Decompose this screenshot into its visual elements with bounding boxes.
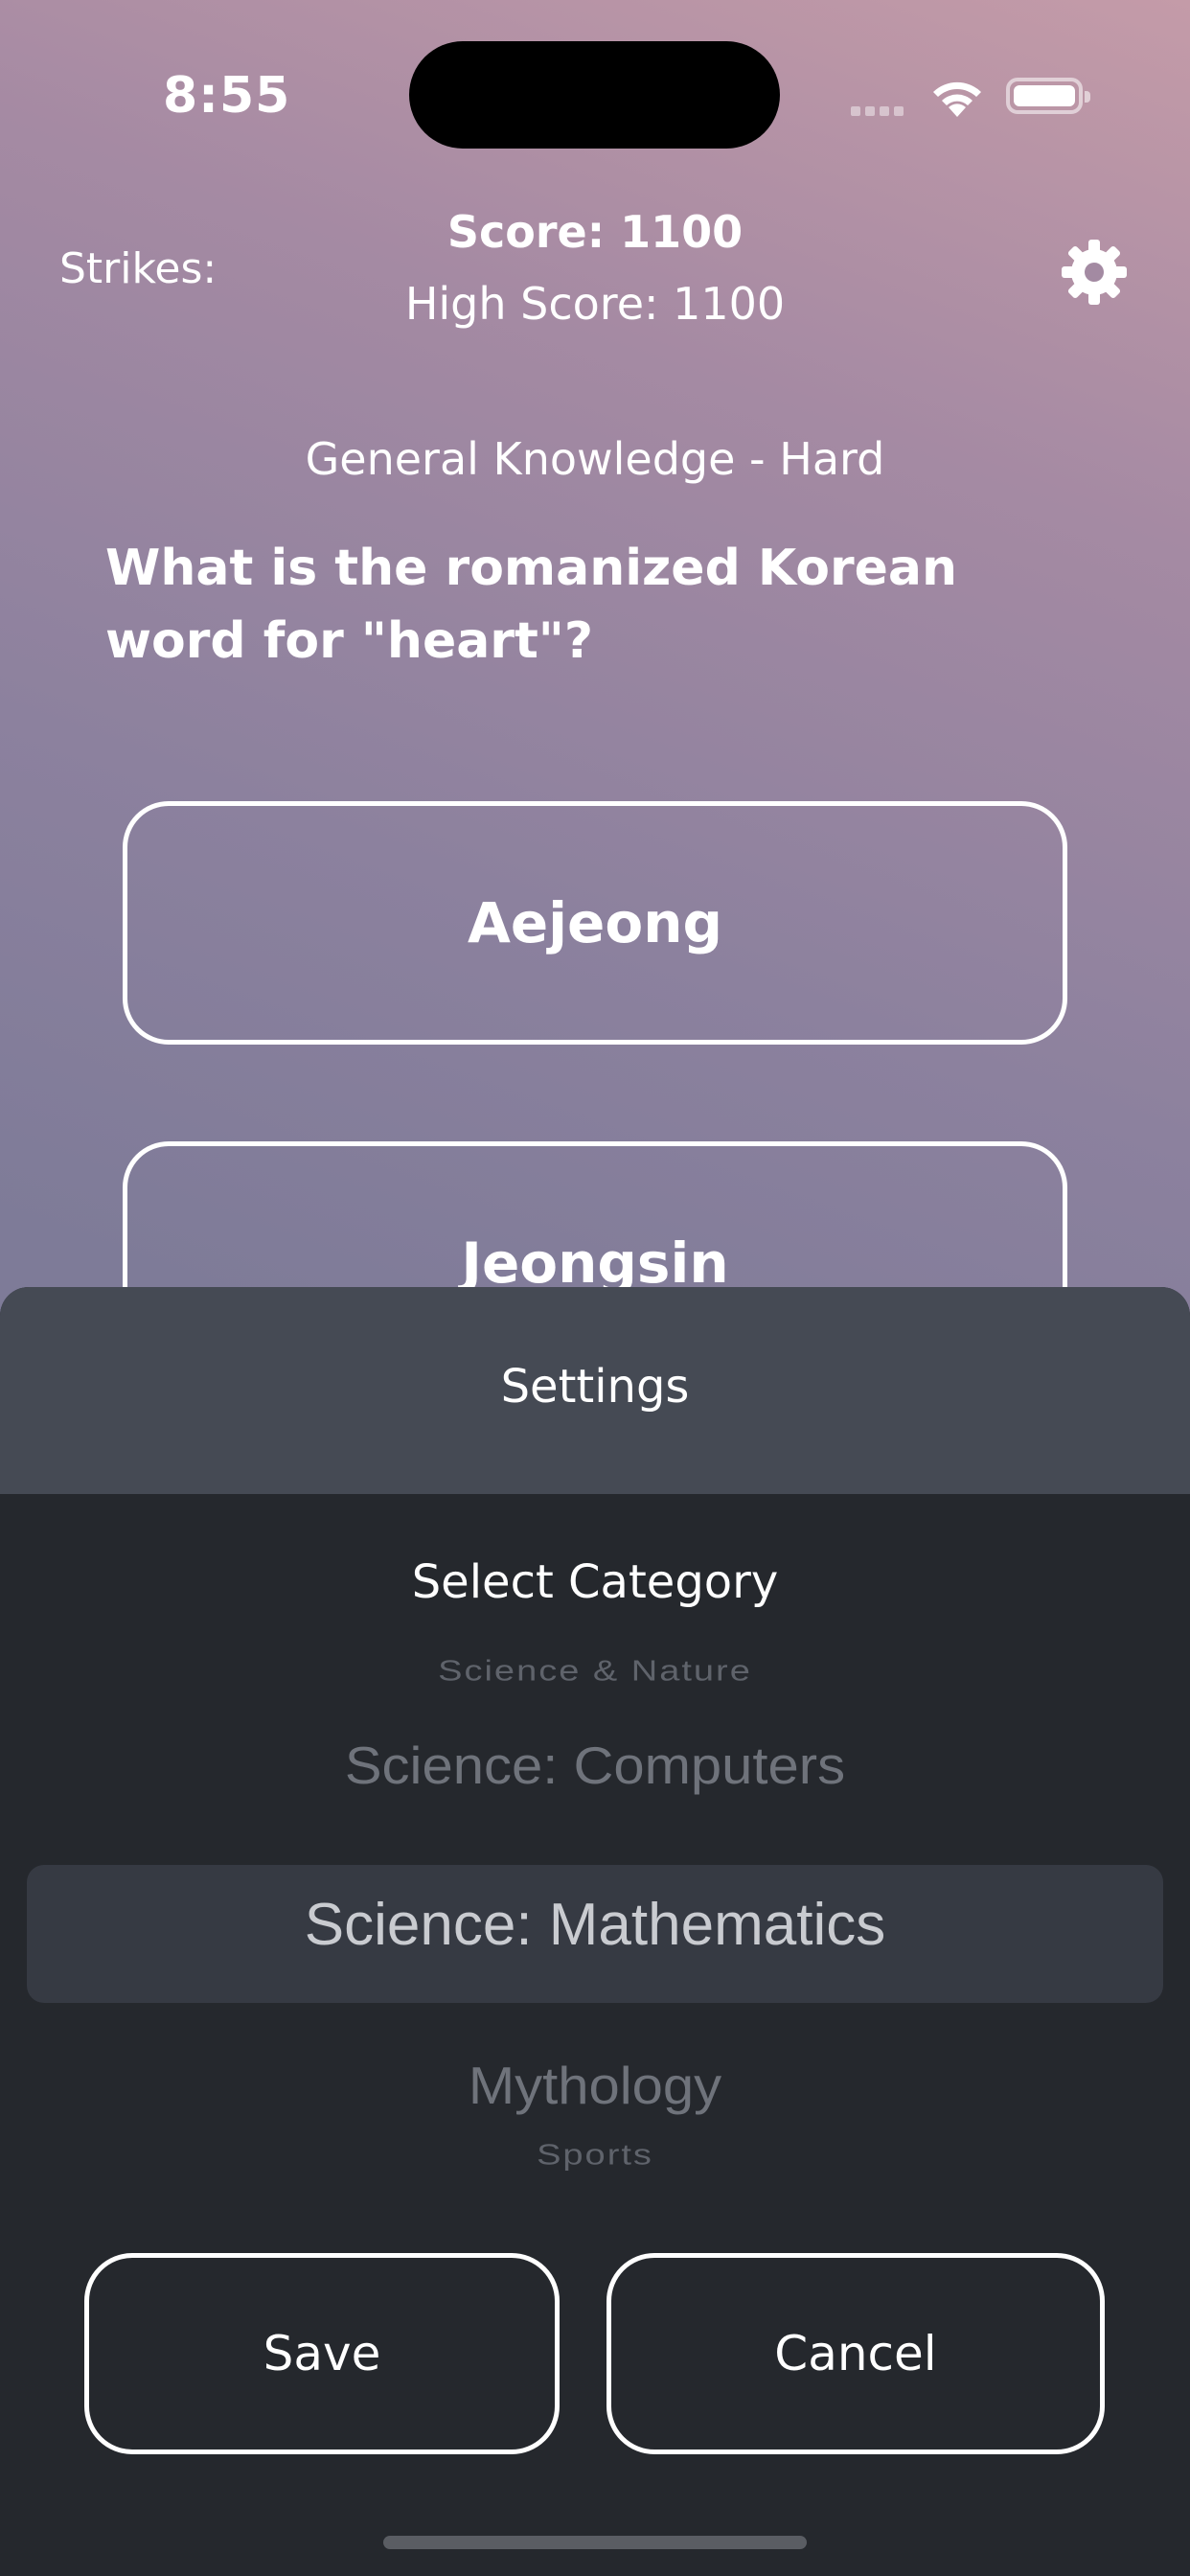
high-score-label: High Score: 1100 (404, 278, 786, 330)
settings-title: Settings (500, 1360, 690, 1414)
answer-button-1[interactable]: Aejeong (123, 801, 1067, 1045)
battery-icon (1006, 78, 1090, 114)
score-label: Score: 1100 (446, 206, 744, 258)
save-button[interactable]: Save (84, 2253, 560, 2454)
picker-option[interactable]: Mythology (0, 2056, 1190, 2117)
picker-option[interactable]: Science & Nature (0, 1655, 1190, 1688)
category-picker[interactable]: Science & Nature Science: Computers Scie… (0, 1651, 1190, 2172)
picker-option[interactable]: Sports (0, 2139, 1190, 2172)
question-text: What is the romanized Korean word for "h… (105, 540, 958, 670)
status-time: 8:55 (163, 67, 291, 125)
cellular-signal-icon (851, 102, 912, 116)
settings-sheet: Settings Select Category Science & Natur… (0, 1287, 1190, 2576)
home-indicator (383, 2536, 807, 2549)
picker-option[interactable]: Science: Computers (0, 1736, 1190, 1797)
dynamic-island (409, 41, 780, 149)
picker-option-selected[interactable]: Science: Mathematics (0, 1891, 1190, 1959)
wifi-icon (929, 75, 985, 117)
cancel-button[interactable]: Cancel (606, 2253, 1105, 2454)
question-category: General Knowledge - Hard (305, 433, 885, 485)
gear-icon[interactable] (1060, 238, 1129, 307)
select-category-label: Select Category (411, 1555, 779, 1609)
